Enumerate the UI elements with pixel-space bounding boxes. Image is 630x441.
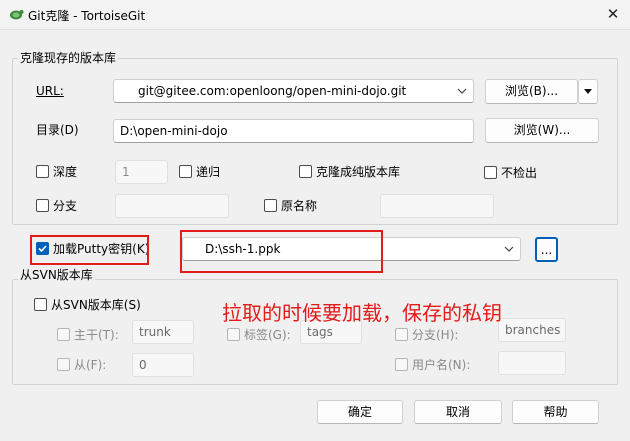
bare-checkbox-box[interactable] xyxy=(299,165,312,178)
recursive-checkbox[interactable]: 递归 xyxy=(179,163,239,181)
tortoisegit-icon xyxy=(10,10,24,20)
origin-label: 原名称 xyxy=(281,199,318,213)
trunk-checkbox-box[interactable] xyxy=(57,328,70,341)
browse-dir-button[interactable]: 浏览(W)... xyxy=(485,118,599,143)
trunk-checkbox[interactable]: 主干(T): xyxy=(57,326,127,344)
branches-input[interactable]: branches xyxy=(498,318,566,342)
dir-input[interactable]: D:\open-mini-dojo xyxy=(113,119,474,143)
bare-checkbox[interactable]: 克隆成纯版本库 xyxy=(299,163,419,181)
from-revision-label: 从(F): xyxy=(74,358,107,372)
window-title: Git克隆 - TortoiseGit xyxy=(28,9,146,23)
chevron-down-icon xyxy=(584,89,592,94)
no-checkout-checkbox-box[interactable] xyxy=(484,166,497,179)
bare-label: 克隆成纯版本库 xyxy=(316,165,401,179)
no-checkout-checkbox[interactable]: 不检出 xyxy=(484,164,554,182)
from-svn-label: 从SVN版本库(S) xyxy=(51,298,141,312)
branch-input[interactable] xyxy=(115,194,229,218)
browse-url-dropdown-button[interactable] xyxy=(578,79,598,104)
origin-checkbox-box[interactable] xyxy=(264,199,277,212)
username-checkbox[interactable]: 用户名(N): xyxy=(395,356,475,374)
putty-checkbox-highlight xyxy=(30,235,149,265)
origin-checkbox[interactable]: 原名称 xyxy=(264,197,334,215)
dir-label: 目录(D) xyxy=(36,123,79,137)
help-button[interactable]: 帮助 xyxy=(512,400,599,424)
cancel-button[interactable]: 取消 xyxy=(414,400,502,424)
annotation-text: 拉取的时候要加载，保存的私钥 xyxy=(222,301,502,325)
depth-label: 深度 xyxy=(53,165,78,179)
depth-checkbox-box[interactable] xyxy=(36,165,49,178)
url-label: URL: xyxy=(36,84,64,98)
svn-group-title: 从SVN版本库 xyxy=(18,266,95,283)
putty-key-highlight xyxy=(180,230,383,273)
branches-checkbox-box[interactable] xyxy=(395,328,408,341)
url-combo[interactable]: git@gitee.com:openloong/open-mini-dojo.g… xyxy=(113,79,474,103)
ok-button[interactable]: 确定 xyxy=(317,400,403,424)
recursive-checkbox-box[interactable] xyxy=(179,165,192,178)
username-label: 用户名(N): xyxy=(412,358,471,372)
close-button[interactable]: ✕ xyxy=(600,3,626,25)
from-revision-checkbox[interactable]: 从(F): xyxy=(57,356,117,374)
from-revision-input[interactable]: 0 xyxy=(132,353,194,377)
trunk-input[interactable]: trunk xyxy=(132,320,194,344)
tags-checkbox[interactable]: 标签(G): xyxy=(227,326,297,344)
from-svn-checkbox-box[interactable] xyxy=(34,298,47,311)
trunk-label: 主干(T): xyxy=(74,328,119,342)
username-input[interactable] xyxy=(498,351,566,375)
chevron-down-icon[interactable] xyxy=(502,238,516,260)
depth-checkbox[interactable]: 深度 xyxy=(36,163,96,181)
from-svn-checkbox[interactable]: 从SVN版本库(S) xyxy=(34,296,144,314)
clone-group-title: 克隆现存的版本库 xyxy=(18,49,119,66)
origin-input[interactable] xyxy=(380,194,494,218)
tags-checkbox-box[interactable] xyxy=(227,328,240,341)
no-checkout-label: 不检出 xyxy=(501,166,538,180)
url-value: git@gitee.com:openloong/open-mini-dojo.g… xyxy=(138,84,407,98)
username-checkbox-box[interactable] xyxy=(395,358,408,371)
chevron-down-icon[interactable] xyxy=(455,80,469,102)
browse-url-button[interactable]: 浏览(B)... xyxy=(485,79,578,104)
depth-input[interactable]: 1 xyxy=(115,160,168,184)
branch-checkbox-box[interactable] xyxy=(36,199,49,212)
branches-label: 分支(H): xyxy=(412,328,459,342)
putty-browse-button[interactable]: ... xyxy=(535,237,558,262)
recursive-label: 递归 xyxy=(196,165,221,179)
tags-label: 标签(G): xyxy=(244,328,291,342)
branch-label: 分支 xyxy=(53,199,78,213)
branch-checkbox[interactable]: 分支 xyxy=(36,197,96,215)
branches-checkbox[interactable]: 分支(H): xyxy=(395,326,465,344)
from-revision-checkbox-box[interactable] xyxy=(57,358,70,371)
